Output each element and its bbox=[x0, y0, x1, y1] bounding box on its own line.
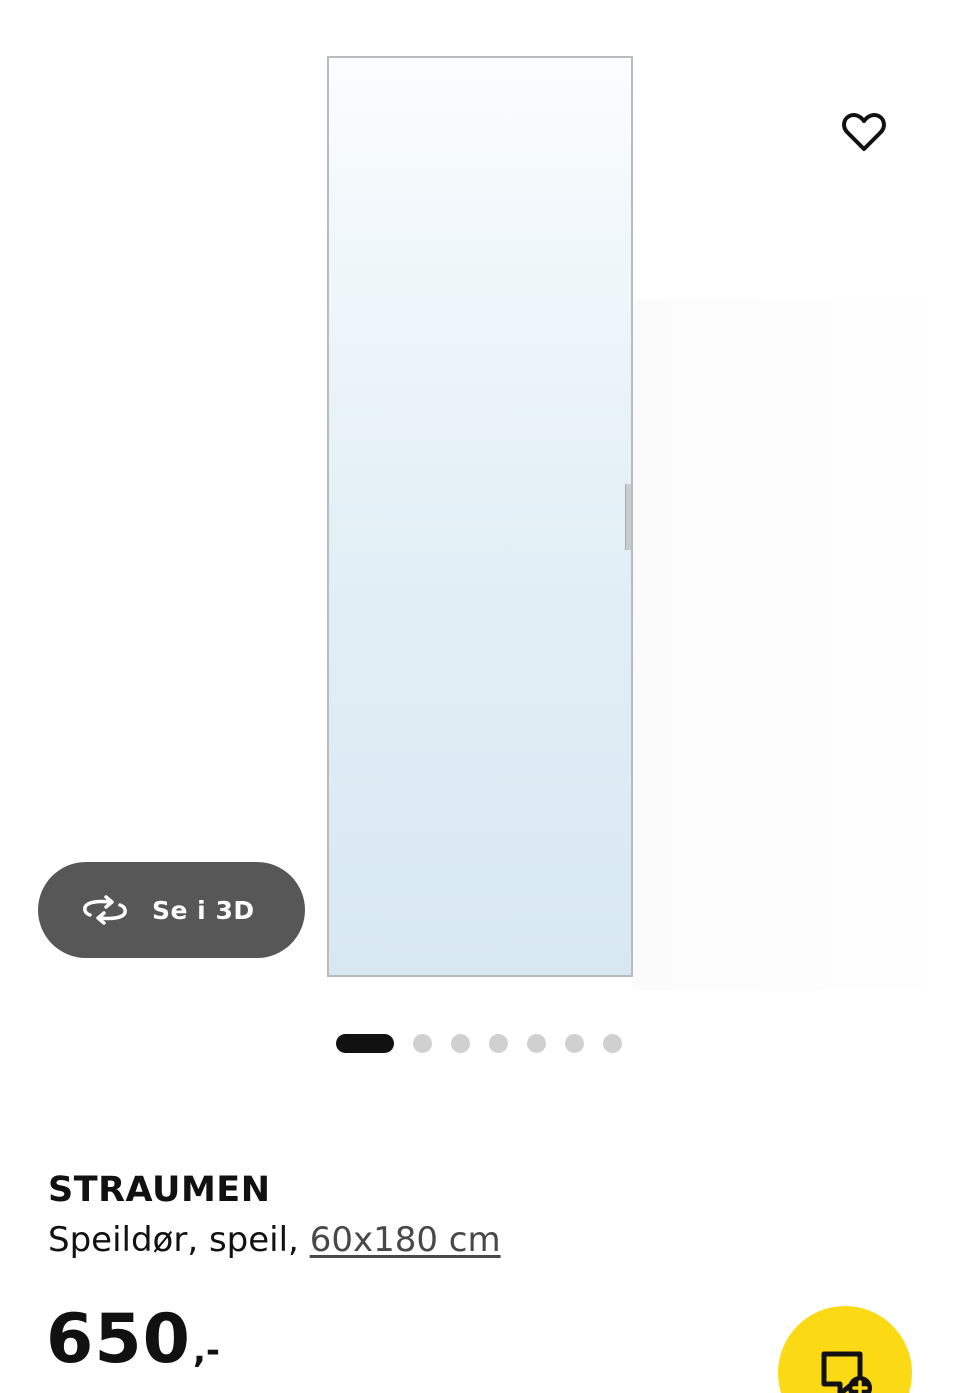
favorite-button[interactable] bbox=[832, 102, 896, 162]
heart-outline-icon bbox=[842, 113, 886, 151]
carousel-dot-2[interactable] bbox=[413, 1033, 432, 1053]
view-3d-label: Se i 3D bbox=[152, 895, 255, 925]
product-name: STRAUMEN bbox=[48, 1170, 271, 1210]
carousel-dot-5[interactable] bbox=[527, 1033, 546, 1053]
product-image-mirror-door[interactable] bbox=[327, 56, 633, 977]
add-to-cart-button[interactable] bbox=[778, 1306, 912, 1393]
carousel-pagination[interactable] bbox=[336, 1033, 622, 1053]
product-page: Se i 3D STRAUMEN Speildør, speil, 60x180… bbox=[0, 0, 960, 1393]
carousel-dot-7[interactable] bbox=[603, 1033, 622, 1053]
product-size-link[interactable]: 60x180 cm bbox=[310, 1220, 501, 1260]
rotate-3d-icon bbox=[80, 893, 130, 927]
carousel-dot-6[interactable] bbox=[565, 1033, 584, 1053]
product-type: Speildør, speil, bbox=[48, 1220, 299, 1260]
view-3d-button[interactable]: Se i 3D bbox=[38, 862, 305, 958]
carousel-dot-3[interactable] bbox=[451, 1033, 470, 1053]
price-suffix: ,- bbox=[192, 1331, 220, 1371]
carousel-dot-1[interactable] bbox=[336, 1033, 394, 1053]
door-handle bbox=[625, 484, 631, 550]
price-integer: 650 bbox=[46, 1300, 191, 1379]
carousel-dot-4[interactable] bbox=[489, 1033, 508, 1053]
add-to-bag-icon bbox=[821, 1351, 872, 1393]
product-description: Speildør, speil, 60x180 cm bbox=[48, 1220, 501, 1260]
product-price: 650 ,- bbox=[46, 1300, 220, 1379]
product-shadow bbox=[633, 300, 960, 990]
product-media-gallery[interactable]: Se i 3D bbox=[0, 0, 960, 1053]
